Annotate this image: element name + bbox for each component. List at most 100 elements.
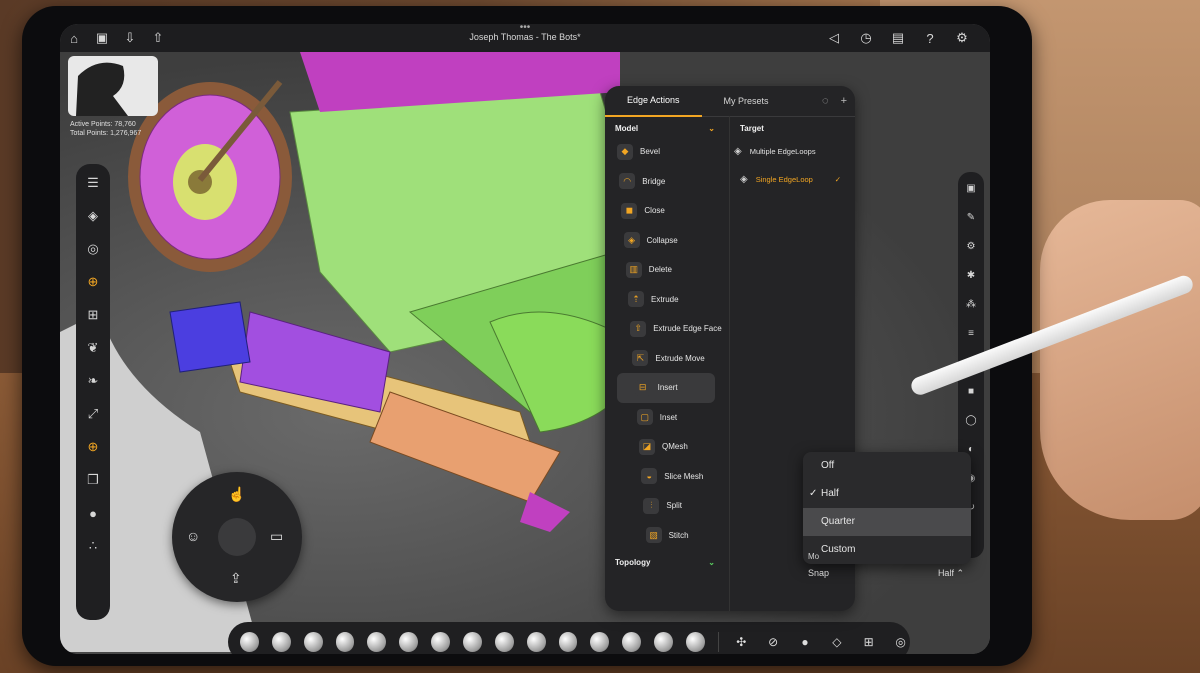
brush-14[interactable] [654,632,674,652]
gear-icon[interactable]: ✱ [961,265,981,285]
edge-action-icon: ⊟ [634,379,651,396]
model-item-extrude-move[interactable]: ⇱ Extrude Move [617,344,725,374]
cube-outline-icon[interactable]: ◇ [827,632,846,652]
model-item-insert[interactable]: ⊟ Insert [617,373,715,403]
3d-viewport[interactable]: Active Points: 78,760 Total Points: 1,27… [60,52,990,654]
blob-icon[interactable]: ● [796,632,815,652]
brush-9[interactable] [494,632,514,652]
brush-7[interactable] [431,632,451,652]
brush-10[interactable] [526,632,546,652]
snap-value[interactable]: Half ⌃ [938,568,964,579]
model-item-label: Insert [657,383,678,393]
brush-8[interactable] [463,632,482,652]
edge-action-icon: ▥ [625,261,642,278]
square-icon[interactable]: ■ [961,381,981,401]
symmetry-icon[interactable]: ❧ [80,368,106,394]
brush-13[interactable] [622,632,642,652]
model-item-extrude-edge-face[interactable]: ⇧ Extrude Edge Face [617,314,725,344]
layers-list-icon[interactable]: ☰ [80,170,106,196]
target-multiple-edgeloops[interactable]: ◈ Multiple EdgeLoops [730,137,855,165]
settings-icon[interactable]: ⚙ [948,24,976,52]
settings-small-icon[interactable]: ⚙ [961,236,981,256]
check-icon: ✓ [834,174,841,184]
model-item-delete[interactable]: ▥ Delete [617,255,725,285]
circles-icon[interactable]: ⁂ [961,294,981,314]
snap-row[interactable]: Snap Half ⌃ [808,568,970,590]
add-square-icon[interactable]: ⊞ [859,632,878,652]
material-icon[interactable]: ● [80,500,106,526]
add-icon[interactable]: + [841,95,847,107]
brush-3[interactable] [303,632,323,652]
gizmo-icon[interactable]: ⊕ [80,269,106,295]
edge-action-icon: ▧ [645,527,662,544]
model-item-collapse[interactable]: ◈ Collapse [617,226,725,256]
radial-menu[interactable]: ☝ ☺ ▭ ⇪ [172,472,302,602]
model-item-qmesh[interactable]: ◪ QMesh [617,432,725,462]
target-label: Multiple EdgeLoops [749,146,816,156]
model-header[interactable]: Model ⌄ [605,116,725,137]
model-item-split[interactable]: ⫶ Split [617,491,725,521]
rings-icon[interactable]: ◎ [891,632,910,652]
model-item-label: Delete [648,265,672,275]
brush-4[interactable] [335,632,355,652]
model-item-bridge[interactable]: ◠ Bridge [617,167,725,197]
copy-icon[interactable]: ❐ [80,467,106,493]
grid-xyz-icon[interactable]: ⊞ [80,302,106,328]
stack-icon[interactable]: ◈ [80,203,106,229]
option-label: Custom [821,544,856,555]
model-item-label: Split [666,501,682,511]
brush-6[interactable] [399,632,419,652]
edge-action-icon: ◆ [617,143,633,160]
minimap[interactable] [68,56,158,116]
edge-action-icon: ◠ [619,173,636,190]
hand [1040,200,1200,520]
presets-icon[interactable]: ◌ [822,95,829,107]
megaphone-icon[interactable]: ◁ [820,24,848,52]
target-icon[interactable]: ⊕ [80,434,106,460]
model-item-label: Bevel [640,147,661,157]
model-item-label: Slice Mesh [664,471,704,481]
brush-11[interactable] [558,632,578,652]
card-icon[interactable]: ▭ [270,528,283,545]
brush-5[interactable] [367,632,387,652]
snap-option-off[interactable]: Off [803,452,971,480]
cube-icon[interactable]: ▣ [961,178,981,198]
target-single-edgeloop[interactable]: ◈ Single EdgeLoop ✓ [730,165,855,193]
masks-icon[interactable]: ☺ [186,528,200,544]
brush-12[interactable] [590,632,610,652]
brush-2[interactable] [271,632,291,652]
topology-header[interactable]: Topology ⌄ [605,550,725,571]
edge-action-icon: ◈ [623,232,640,249]
brush-15[interactable] [686,632,705,652]
tab-edge-actions[interactable]: Edge Actions [605,85,702,117]
butterfly-icon[interactable]: ❦ [80,335,106,361]
snap-option-custom[interactable]: Custom [803,536,971,564]
paint-icon[interactable]: ✎ [961,207,981,227]
upload-icon[interactable]: ⇪ [230,570,242,587]
slash-circle-icon[interactable]: ⊘ [764,632,783,652]
model-item-extrude[interactable]: ⇡ Extrude [617,285,725,315]
transform-icon[interactable]: ✣ [732,632,751,652]
ring-icon[interactable]: ◯ [961,410,981,430]
history-icon[interactable]: ◷ [852,24,880,52]
model-item-close[interactable]: ◼ Close [617,196,725,226]
help-icon[interactable]: ? [916,24,944,52]
brush-1[interactable] [240,632,259,652]
check-icon: ✓ [809,488,818,499]
spheres-icon[interactable]: ∴ [80,533,106,559]
model-item-bevel[interactable]: ◆ Bevel [617,137,725,167]
snap-option-half[interactable]: ✓ Half [803,480,971,508]
sliders-icon[interactable]: ≡ [961,323,981,343]
model-item-slice-mesh[interactable]: ◒ Slice Mesh [617,462,725,492]
hand-tap-icon[interactable]: ☝ [228,486,245,503]
rpt-icon[interactable]: ◎ [80,236,106,262]
radial-center[interactable] [218,518,256,556]
model-item-label: Bridge [642,176,666,186]
model-item-stitch[interactable]: ▧ Stitch [617,521,725,551]
snap-option-quarter[interactable]: Quarter [803,508,971,536]
model-item-inset[interactable]: ▢ Inset [617,403,725,433]
layout-icon[interactable]: ▤ [884,24,912,52]
tab-my-presets[interactable]: My Presets [702,86,791,116]
snap-dropdown: Off ✓ Half Quarter Custom [803,452,971,564]
expand-icon[interactable]: ⤢ [80,401,106,427]
